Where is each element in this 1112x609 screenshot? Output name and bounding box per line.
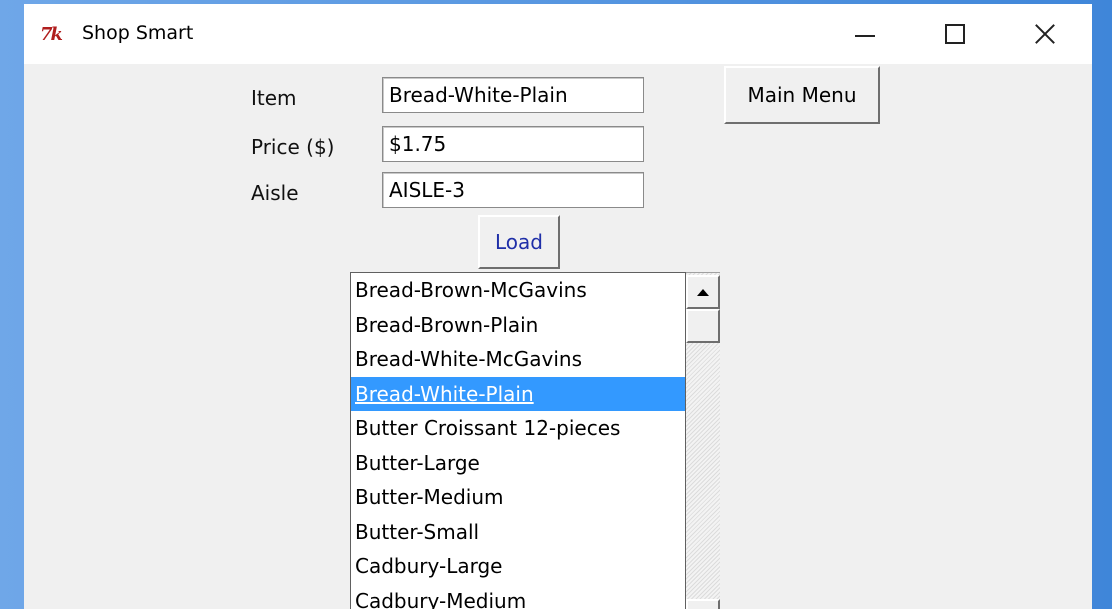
- list-item[interactable]: Cadbury-Large: [351, 549, 685, 584]
- tk-feather-icon: 7k: [40, 24, 63, 45]
- main-menu-button[interactable]: Main Menu: [724, 66, 880, 124]
- window-title: Shop Smart: [82, 22, 194, 44]
- close-icon: [1034, 23, 1056, 45]
- price-label: Price ($): [251, 135, 335, 159]
- list-item[interactable]: Butter Croissant 12-pieces: [351, 411, 685, 446]
- list-item[interactable]: Butter-Small: [351, 515, 685, 550]
- list-scrollbar[interactable]: [686, 272, 720, 609]
- list-item[interactable]: Bread-Brown-McGavins: [351, 273, 685, 308]
- maximize-button[interactable]: [910, 4, 1000, 64]
- list-item[interactable]: Butter-Medium: [351, 480, 685, 515]
- maximize-icon: [945, 24, 965, 44]
- list-item[interactable]: Bread-Brown-Plain: [351, 308, 685, 343]
- scroll-down-button[interactable]: [686, 599, 720, 609]
- list-item[interactable]: Bread-White-McGavins: [351, 342, 685, 377]
- list-item[interactable]: Butter-Large: [351, 446, 685, 481]
- product-listbox[interactable]: Bread-Brown-McGavins Bread-Brown-Plain B…: [350, 272, 686, 609]
- price-field[interactable]: [382, 126, 644, 162]
- minimize-button[interactable]: [820, 4, 910, 64]
- arrow-up-icon: [697, 288, 709, 296]
- list-item[interactable]: Cadbury-Medium: [351, 584, 685, 609]
- list-item[interactable]: Bread-White-Plain: [351, 376, 685, 411]
- scroll-thumb[interactable]: [686, 309, 720, 343]
- item-field[interactable]: [382, 77, 644, 113]
- item-label: Item: [251, 86, 297, 110]
- scroll-up-button[interactable]: [686, 275, 720, 309]
- aisle-field[interactable]: [382, 172, 644, 208]
- load-button[interactable]: Load: [478, 215, 560, 269]
- close-button[interactable]: [1000, 4, 1090, 64]
- app-window: 7k Shop Smart Item Price ($) Aisle Main …: [24, 4, 1092, 609]
- title-bar[interactable]: 7k Shop Smart: [24, 4, 1092, 64]
- minimize-icon: [855, 35, 875, 37]
- aisle-label: Aisle: [251, 181, 299, 205]
